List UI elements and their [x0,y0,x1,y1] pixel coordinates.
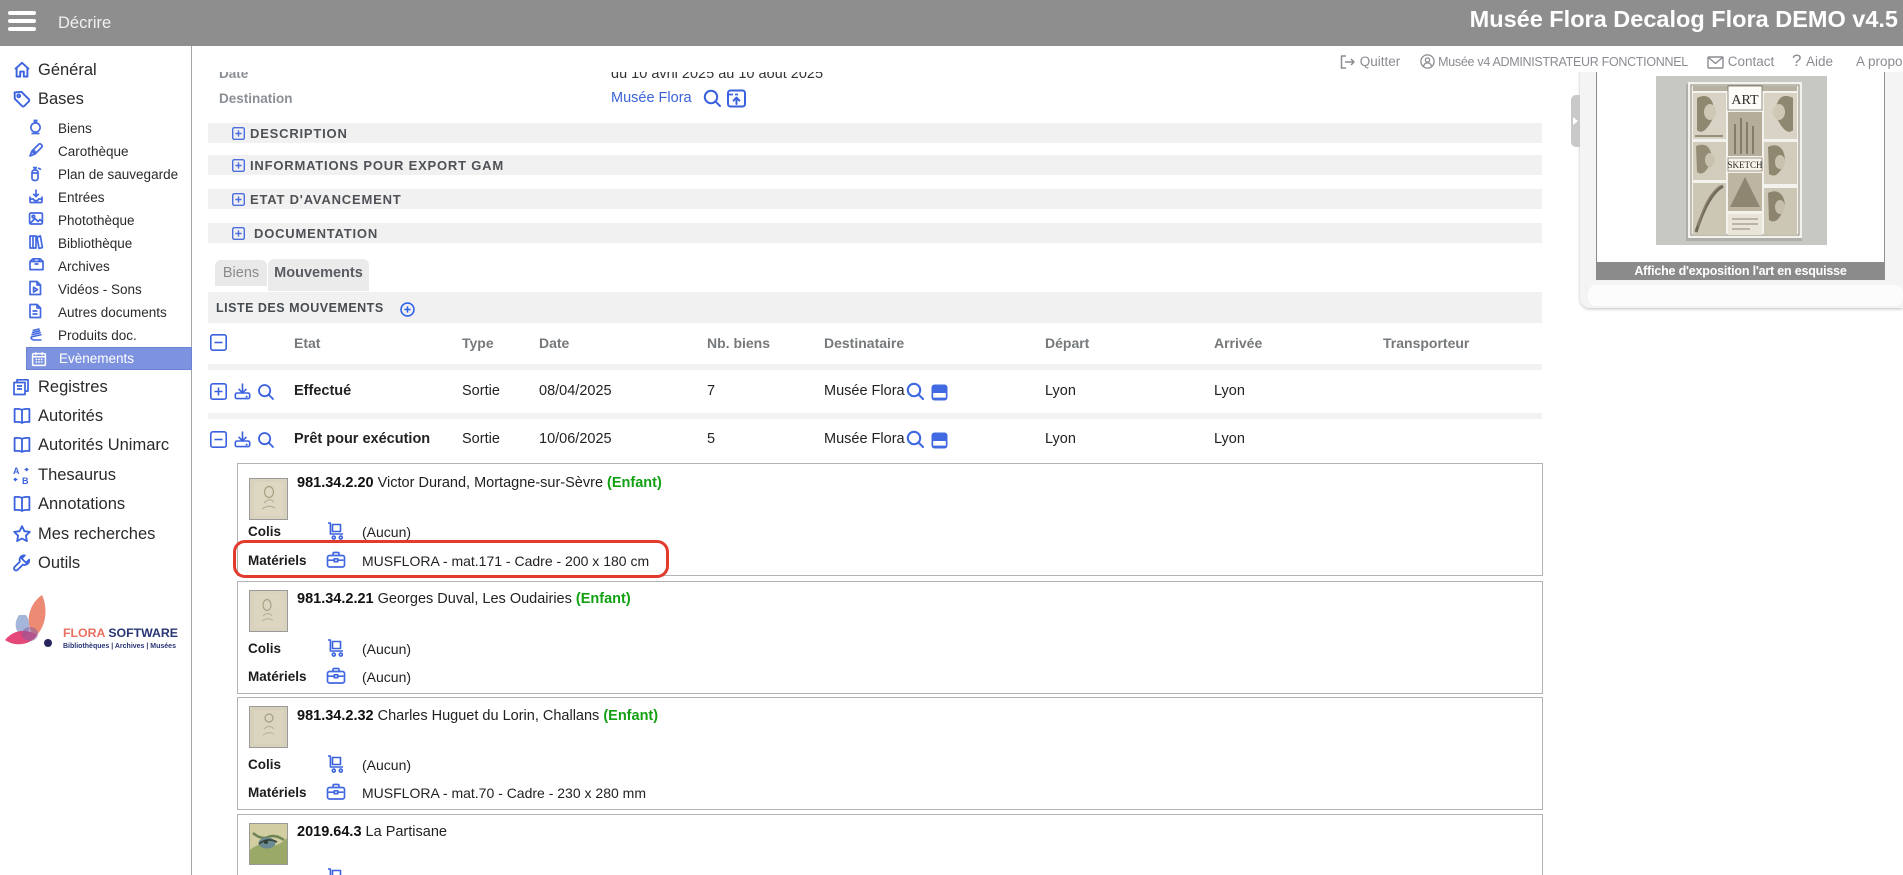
svg-text:SKETCH: SKETCH [1727,160,1763,170]
svg-text:B: B [22,476,29,485]
svg-text:Bibliothèques | Archives | Mus: Bibliothèques | Archives | Musées [63,643,176,650]
svg-text:A: A [13,466,20,476]
svg-text:ART: ART [1731,93,1759,108]
svg-text:FLORA SOFTWARE: FLORA SOFTWARE [63,626,178,640]
